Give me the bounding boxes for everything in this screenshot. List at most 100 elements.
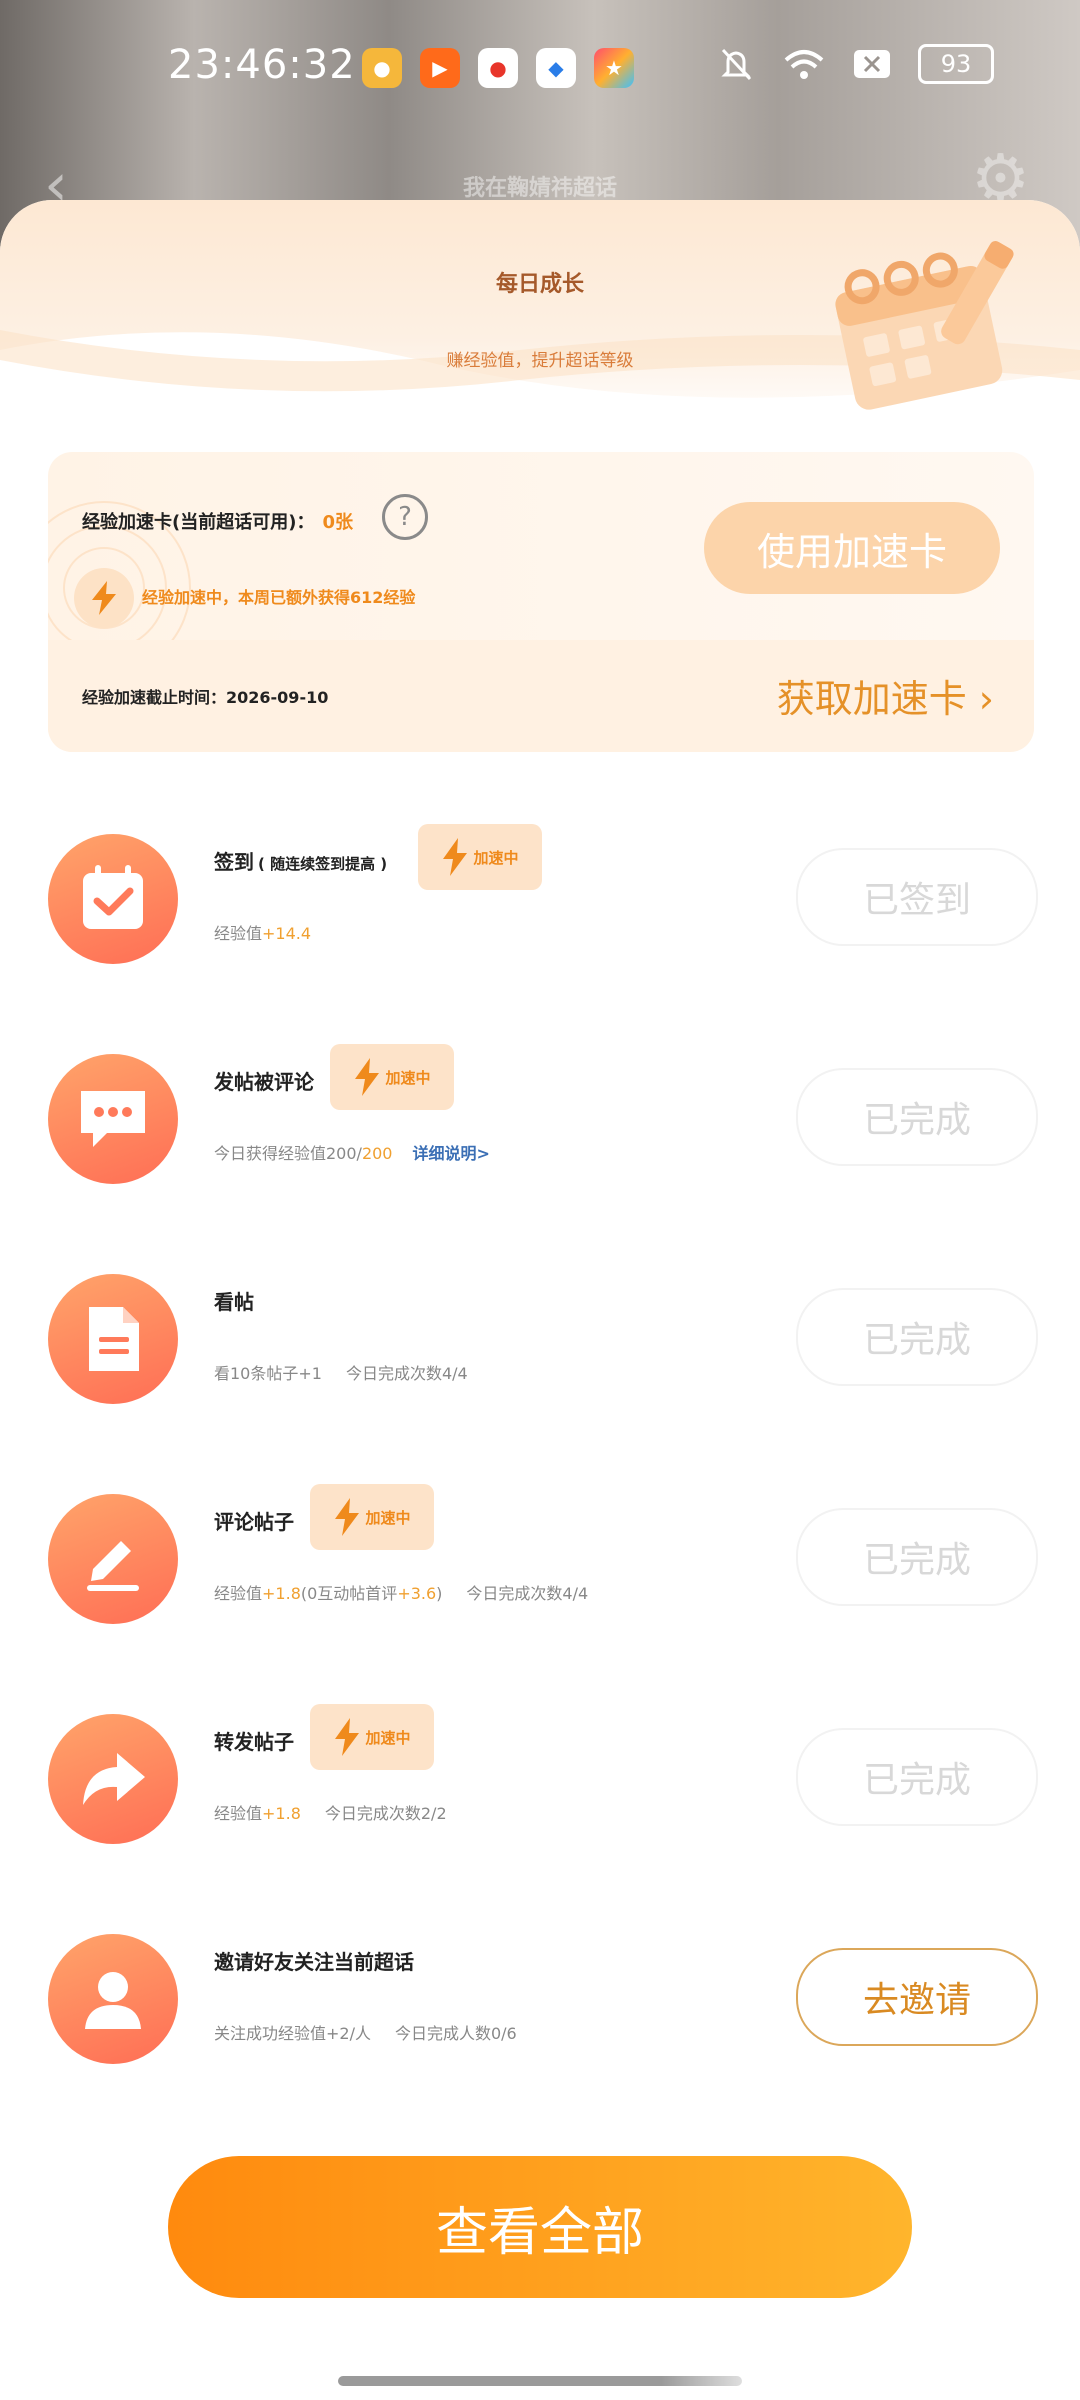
bolt-icon	[355, 1058, 380, 1096]
today-progress: 今日完成次数4/4	[345, 1364, 468, 1383]
first-comment-label: (0互动帖首评	[300, 1584, 398, 1603]
task-title: 发帖被评论	[214, 1070, 314, 1094]
today-progress: 今日完成次数4/4	[466, 1584, 589, 1603]
edit-pencil-icon	[87, 1541, 139, 1591]
weibo-icon: ●	[478, 48, 518, 88]
task-description: 经验值+14.4	[214, 920, 311, 944]
wifi-icon	[784, 50, 824, 79]
share-arrow-icon	[83, 1753, 145, 1805]
today-progress: 今日完成次数2/2	[324, 1804, 447, 1823]
speed-up-label: 加速中	[365, 1508, 411, 1527]
battery-level: 93	[940, 50, 972, 78]
task-title: 签到( 随连续签到提高 )	[214, 846, 387, 875]
browser-icon: ◆	[536, 48, 576, 88]
task-row-repost: 转发帖子 加速中 经验值+1.8 今日完成次数2/2 已完成	[0, 1696, 1080, 1916]
task-icon	[48, 1714, 178, 1844]
exp-value: +1.8	[262, 1584, 301, 1603]
task-title-note: ( 随连续签到提高 )	[258, 855, 388, 873]
nav-title: 我在鞠婧祎超话	[462, 176, 617, 201]
task-icon	[48, 1494, 178, 1624]
task-icon	[48, 834, 178, 964]
accelerator-deadline: 经验加速截止时间：2026-09-10	[82, 688, 329, 707]
status-right: 93	[716, 44, 994, 84]
document-icon	[89, 1307, 139, 1371]
today-progress: 今日完成人数0/6	[394, 2024, 517, 2043]
task-title: 转发帖子	[214, 1730, 294, 1754]
bolt-icon	[335, 1498, 360, 1536]
chevron-right-icon: ›	[978, 677, 994, 721]
task-description: 看10条帖子+1 今日完成次数4/4	[214, 1360, 468, 1384]
speed-up-label: 加速中	[365, 1728, 411, 1747]
exp-today-label: 今日获得经验值200/	[214, 1144, 362, 1163]
first-comment-value: +3.6	[397, 1584, 437, 1603]
star-app-icon: ★	[594, 48, 634, 88]
get-accelerator-link[interactable]: 获取加速卡 ›	[777, 668, 994, 723]
calendar-pencil-icon	[835, 241, 1014, 410]
speed-up-label: 加速中	[473, 848, 519, 867]
bolt-icon	[74, 568, 134, 628]
hero-banner: 每日成长 赚经验值，提升超话等级	[0, 200, 1080, 450]
accelerator-label: 经验加速卡(当前超话可用)： 0张	[82, 508, 353, 534]
user-icon	[85, 1972, 141, 2029]
mute-icon	[721, 48, 752, 81]
invite-reward: 关注成功经验值+2/人	[214, 2024, 371, 2043]
accelerator-footer: 经验加速截止时间：2026-09-10 获取加速卡 ›	[48, 640, 1034, 752]
task-icon	[48, 1054, 178, 1184]
task-icon	[48, 1274, 178, 1404]
task-row-sign-in: 签到( 随连续签到提高 ) 加速中 经验值+14.4 已签到	[0, 816, 1080, 1036]
status-bar: 23:46:32 ● ▶ ● ◆ ★ 93	[0, 0, 1080, 140]
details-link[interactable]: 详细说明>	[412, 1144, 489, 1163]
speed-up-tag: 加速中	[418, 824, 542, 890]
task-row-view-posts: 看帖 看10条帖子+1 今日完成次数4/4 已完成	[0, 1256, 1080, 1476]
exp-label: 经验值	[214, 1804, 263, 1823]
get-accelerator-label: 获取加速卡	[776, 677, 967, 721]
invite-button[interactable]: 去邀请	[796, 1948, 1038, 2046]
task-row-comment-posts: 评论帖子 加速中 经验值+1.8(0互动帖首评+3.6) 今日完成次数4/4 已完…	[0, 1476, 1080, 1696]
home-indicator[interactable]	[338, 2376, 742, 2386]
speed-up-tag: 加速中	[310, 1704, 434, 1770]
use-accelerator-button[interactable]: 使用加速卡	[704, 502, 1000, 594]
completed-button[interactable]: 已完成	[796, 1508, 1038, 1606]
notification-icons: ● ▶ ● ◆ ★	[362, 48, 634, 88]
exp-value: +1.8	[262, 1804, 301, 1823]
help-icon[interactable]: ?	[382, 494, 428, 540]
exp-value: +14.4	[262, 924, 312, 943]
speed-up-tag: 加速中	[330, 1044, 454, 1110]
task-description: 关注成功经验值+2/人 今日完成人数0/6	[214, 2020, 517, 2044]
accelerator-count: 0张	[322, 512, 353, 533]
task-description: 经验值+1.8 今日完成次数2/2	[214, 1800, 447, 1824]
sim-off-icon	[854, 50, 890, 78]
chat-bubble-icon	[81, 1091, 145, 1147]
close-paren: )	[436, 1584, 443, 1603]
calendar-check-icon	[83, 865, 143, 929]
kuaishou-icon: ▶	[420, 48, 460, 88]
view-reward: 看10条帖子+1	[214, 1364, 322, 1383]
task-description: 今日获得经验值200/200 详细说明>	[214, 1140, 490, 1164]
bolt-icon	[335, 1718, 360, 1756]
accelerator-label-text: 经验加速卡(当前超话可用)：	[82, 512, 315, 533]
task-description: 经验值+1.8(0互动帖首评+3.6) 今日完成次数4/4	[214, 1580, 588, 1604]
task-title: 邀请好友关注当前超话	[214, 1950, 414, 1974]
task-row-invite: 邀请好友关注当前超话 关注成功经验值+2/人 今日完成人数0/6 去邀请	[0, 1916, 1080, 2136]
speed-up-tag: 加速中	[310, 1484, 434, 1550]
completed-button[interactable]: 已完成	[796, 1068, 1038, 1166]
battery-icon: 93	[918, 44, 994, 84]
speed-up-label: 加速中	[385, 1068, 431, 1087]
daily-growth-sheet: 每日成长 赚经验值，提升超话等级 经验加速卡(当前超话可用)： 0张 ? 经验加…	[0, 200, 1080, 2400]
exp-label: 经验值	[214, 924, 263, 943]
bolt-icon	[443, 838, 468, 876]
view-all-button[interactable]: 查看全部	[168, 2156, 912, 2298]
completed-button[interactable]: 已完成	[796, 1288, 1038, 1386]
signed-in-button[interactable]: 已签到	[796, 848, 1038, 946]
weibo-icon: ●	[362, 48, 402, 88]
exp-today-max: 200	[361, 1144, 393, 1163]
accelerator-status: 经验加速中，本周已额外获得612经验	[142, 588, 416, 607]
task-title: 评论帖子	[214, 1510, 294, 1534]
exp-label: 经验值	[214, 1584, 263, 1603]
task-title-text: 签到	[214, 850, 254, 874]
status-time: 23:46:32	[168, 42, 356, 88]
completed-button[interactable]: 已完成	[796, 1728, 1038, 1826]
accelerator-card: 经验加速卡(当前超话可用)： 0张 ? 经验加速中，本周已额外获得612经验 使用…	[48, 452, 1034, 752]
task-row-post-commented: 发帖被评论 加速中 今日获得经验值200/200 详细说明> 已完成	[0, 1036, 1080, 1256]
task-icon	[48, 1934, 178, 2064]
